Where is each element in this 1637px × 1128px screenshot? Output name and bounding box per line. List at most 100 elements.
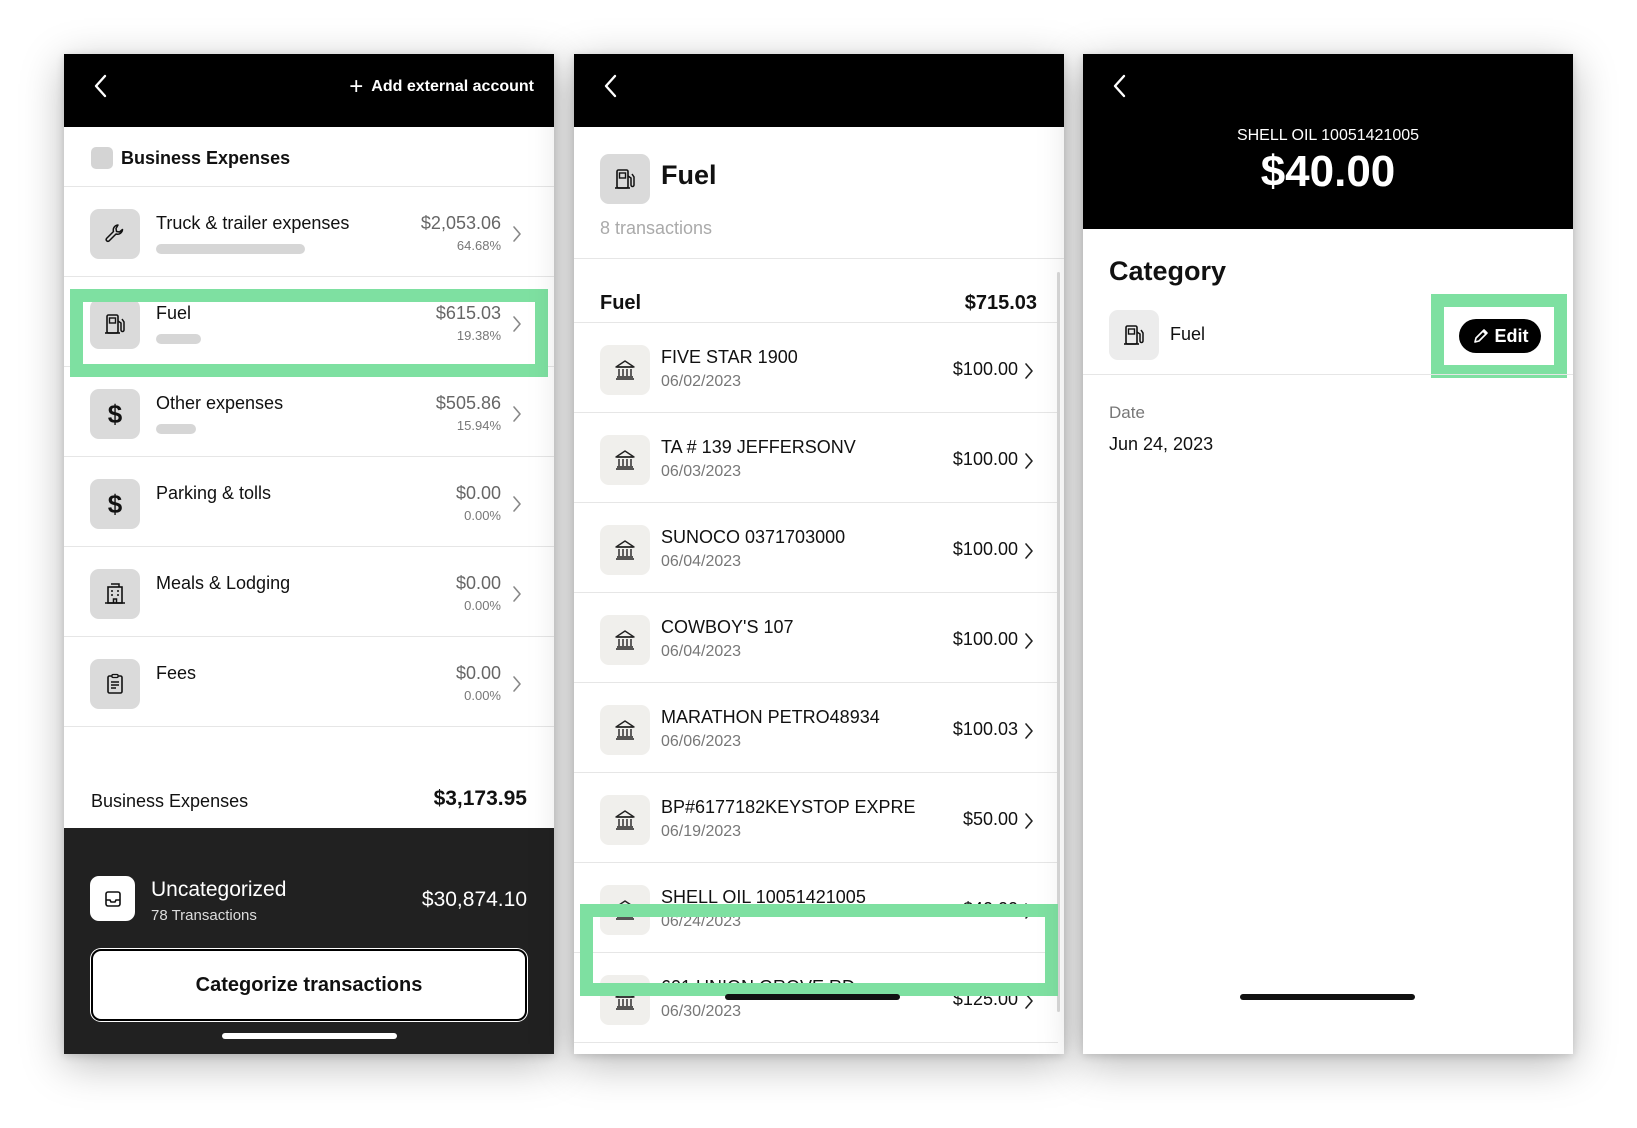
- chevron-right-icon: [1024, 362, 1034, 380]
- category-percent: 15.94%: [456, 418, 501, 433]
- top-bar: + Add external account: [64, 54, 554, 127]
- divider: [1083, 374, 1573, 375]
- chevron-right-icon: [1024, 722, 1034, 740]
- inbox-icon: [90, 876, 135, 921]
- chevron-right-icon: [512, 225, 522, 243]
- category-name: Other expenses: [156, 393, 284, 413]
- category-row[interactable]: $ Parking & tolls $0.00 0.00%: [64, 457, 554, 551]
- category-name: Fees: [156, 663, 197, 683]
- transaction-row[interactable]: FIVE STAR 1900 06/02/2023 $100.00: [574, 323, 1058, 417]
- category-percent: 0.00%: [464, 688, 501, 703]
- highlight-shell-row: [580, 904, 1058, 996]
- chevron-right-icon: [512, 495, 522, 513]
- transaction-date: 06/04/2023: [661, 553, 742, 570]
- add-external-account-label: Add external account: [371, 78, 534, 95]
- add-external-account-button[interactable]: + Add external account: [349, 72, 534, 102]
- category-amount: $0.00: [455, 663, 501, 683]
- category-value: Fuel: [1170, 324, 1206, 344]
- page-title: Fuel: [661, 160, 717, 190]
- category-row[interactable]: Meals & Lodging $0.00 0.00%: [64, 547, 554, 641]
- uncategorized-count: 78 Transactions: [151, 907, 257, 924]
- transaction-date: 06/06/2023: [661, 733, 742, 750]
- clipboard-icon: [90, 659, 140, 709]
- transaction-row[interactable]: TA # 139 JEFFERSONV 06/03/2023 $100.00: [574, 413, 1058, 507]
- transaction-row[interactable]: MARATHON PETRO48934 06/06/2023 $100.03: [574, 683, 1058, 777]
- transaction-amount: $100.00: [952, 539, 1018, 559]
- bank-icon: [600, 525, 650, 575]
- top-bar: [574, 54, 1064, 127]
- section-title: Business Expenses: [121, 147, 291, 168]
- category-row[interactable]: Truck & trailer expenses $2,053.06 64.68%: [64, 187, 554, 281]
- chevron-right-icon: [1024, 452, 1034, 470]
- transaction-amount: $100.03: [952, 719, 1018, 739]
- fuel-pump-icon: [600, 154, 650, 204]
- bank-icon: [600, 435, 650, 485]
- bank-icon: [600, 705, 650, 755]
- wrench-icon: [90, 209, 140, 259]
- chevron-right-icon: [512, 675, 522, 693]
- dollar-icon: $: [90, 389, 140, 439]
- fuel-transactions-screen: Fuel 8 transactions Fuel $715.03 FIVE ST…: [574, 54, 1064, 1054]
- category-row[interactable]: Fees $0.00 0.00%: [64, 637, 554, 731]
- transaction-name: COWBOY'S 107: [661, 617, 794, 637]
- transaction-row[interactable]: BP#6177182KEYSTOP EXPRE 06/19/2023 $50.00: [574, 773, 1058, 867]
- category-percent: 0.00%: [464, 508, 501, 523]
- home-indicator: [1240, 994, 1415, 1000]
- scrollbar[interactable]: [1057, 272, 1060, 1012]
- transaction-date: 06/02/2023: [661, 373, 742, 390]
- category-name: Meals & Lodging: [156, 573, 291, 593]
- transaction-date: 06/04/2023: [661, 643, 742, 660]
- transaction-amount: $50.00: [962, 809, 1018, 829]
- category-heading: Category: [1109, 256, 1227, 286]
- date-value: Jun 24, 2023: [1109, 434, 1214, 454]
- transaction-name: SUNOCO 0371703000: [661, 527, 846, 547]
- home-indicator: [222, 1033, 397, 1039]
- back-button[interactable]: [90, 71, 112, 101]
- uncategorized-title: Uncategorized: [151, 878, 287, 901]
- chevron-left-icon: [604, 74, 617, 98]
- chevron-right-icon: [1024, 812, 1034, 830]
- chevron-right-icon: [1024, 632, 1034, 650]
- transaction-amount: $100.00: [952, 629, 1018, 649]
- transaction-row[interactable]: SUNOCO 0371703000 06/04/2023 $100.00: [574, 503, 1058, 597]
- uncategorized-footer: Uncategorized 78 Transactions $30,874.10…: [64, 828, 554, 1054]
- business-expenses-header[interactable]: Business Expenses: [91, 147, 290, 169]
- category-amount: $2,053.06: [420, 213, 501, 233]
- checkbox[interactable]: [91, 147, 113, 169]
- category-name: Truck & trailer expenses: [156, 213, 350, 233]
- business-expenses-total-label: Business Expenses: [91, 791, 249, 811]
- transaction-name: FIVE STAR 1900: [661, 347, 798, 367]
- transaction-date: 06/30/2023: [661, 1003, 742, 1020]
- highlight-edit-button: [1431, 294, 1567, 378]
- chevron-right-icon: [512, 405, 522, 423]
- date-label: Date: [1109, 403, 1145, 422]
- highlight-fuel-row: [70, 289, 548, 377]
- bank-icon: [600, 615, 650, 665]
- transaction-amount: $100.00: [952, 449, 1018, 469]
- back-button[interactable]: [1109, 71, 1131, 101]
- transaction-amount: $40.00: [1260, 147, 1396, 196]
- fuel-pump-icon: [1109, 310, 1159, 360]
- uncategorized-amount: $30,874.10: [421, 888, 527, 911]
- categories-screen: + Add external account Business Expenses…: [64, 54, 554, 1054]
- category-share-bar: [156, 244, 305, 254]
- group-amount: $715.03: [964, 292, 1037, 314]
- bank-icon: [600, 795, 650, 845]
- categorize-transactions-button[interactable]: Categorize transactions: [91, 949, 527, 1021]
- transaction-row[interactable]: COWBOY'S 107 06/04/2023 $100.00: [574, 593, 1058, 687]
- category-amount: $0.00: [455, 483, 501, 503]
- transaction-date: 06/19/2023: [661, 823, 742, 840]
- home-indicator: [725, 994, 900, 1000]
- back-button[interactable]: [600, 71, 622, 101]
- transaction-detail-screen: SHELL OIL 10051421005 $40.00 Category Fu…: [1083, 54, 1573, 1054]
- business-expenses-total-amount: $3,173.95: [433, 787, 527, 810]
- top-bar: SHELL OIL 10051421005 $40.00: [1083, 54, 1573, 229]
- chevron-left-icon: [1113, 74, 1126, 98]
- chevron-right-icon: [512, 585, 522, 603]
- plus-icon: +: [349, 73, 364, 100]
- category-row[interactable]: $ Other expenses $505.86 15.94%: [64, 367, 554, 461]
- category-share-bar: [156, 424, 196, 434]
- transaction-name: BP#6177182KEYSTOP EXPRE: [661, 797, 916, 817]
- chevron-right-icon: [1024, 542, 1034, 560]
- divider: [574, 258, 1064, 259]
